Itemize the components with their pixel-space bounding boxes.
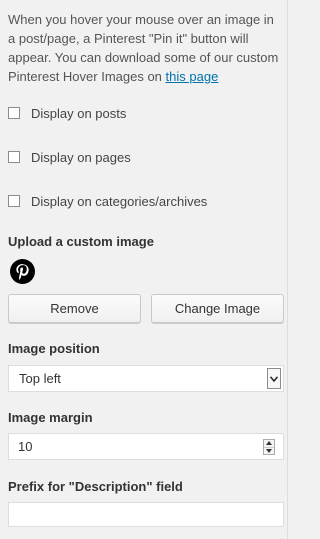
settings-panel: When you hover your mouse over an image … xyxy=(0,0,288,539)
pinterest-icon xyxy=(10,259,35,284)
intro-text: When you hover your mouse over an image … xyxy=(8,10,284,86)
remove-button[interactable]: Remove xyxy=(8,294,141,323)
display-on-posts-checkbox[interactable] xyxy=(8,107,20,119)
image-margin-title: Image margin xyxy=(8,410,93,425)
intro-description: When you hover your mouse over an image … xyxy=(8,12,279,84)
this-page-link[interactable]: this page xyxy=(166,69,219,84)
display-on-archives-option[interactable]: Display on categories/archives xyxy=(8,192,207,210)
image-margin-input[interactable]: 10 xyxy=(8,433,284,460)
display-on-pages-checkbox[interactable] xyxy=(8,151,20,163)
display-on-archives-label: Display on categories/archives xyxy=(31,193,208,209)
display-on-pages-option[interactable]: Display on pages xyxy=(8,148,131,166)
display-on-pages-label: Display on pages xyxy=(31,149,131,165)
image-position-select[interactable]: Top left xyxy=(8,365,284,392)
number-stepper[interactable] xyxy=(263,439,275,455)
prefix-description-title: Prefix for "Description" field xyxy=(8,479,183,494)
image-position-value: Top left xyxy=(19,371,61,386)
change-image-button[interactable]: Change Image xyxy=(151,294,284,323)
prefix-description-input[interactable] xyxy=(8,502,284,527)
image-position-title: Image position xyxy=(8,341,100,356)
chevron-down-icon[interactable] xyxy=(267,368,281,389)
display-on-posts-option[interactable]: Display on posts xyxy=(8,104,126,122)
display-on-posts-label: Display on posts xyxy=(31,105,127,121)
display-on-archives-checkbox[interactable] xyxy=(8,195,20,207)
image-margin-value: 10 xyxy=(18,439,33,454)
stepper-down-icon[interactable] xyxy=(264,446,274,455)
upload-image-title: Upload a custom image xyxy=(8,234,154,249)
